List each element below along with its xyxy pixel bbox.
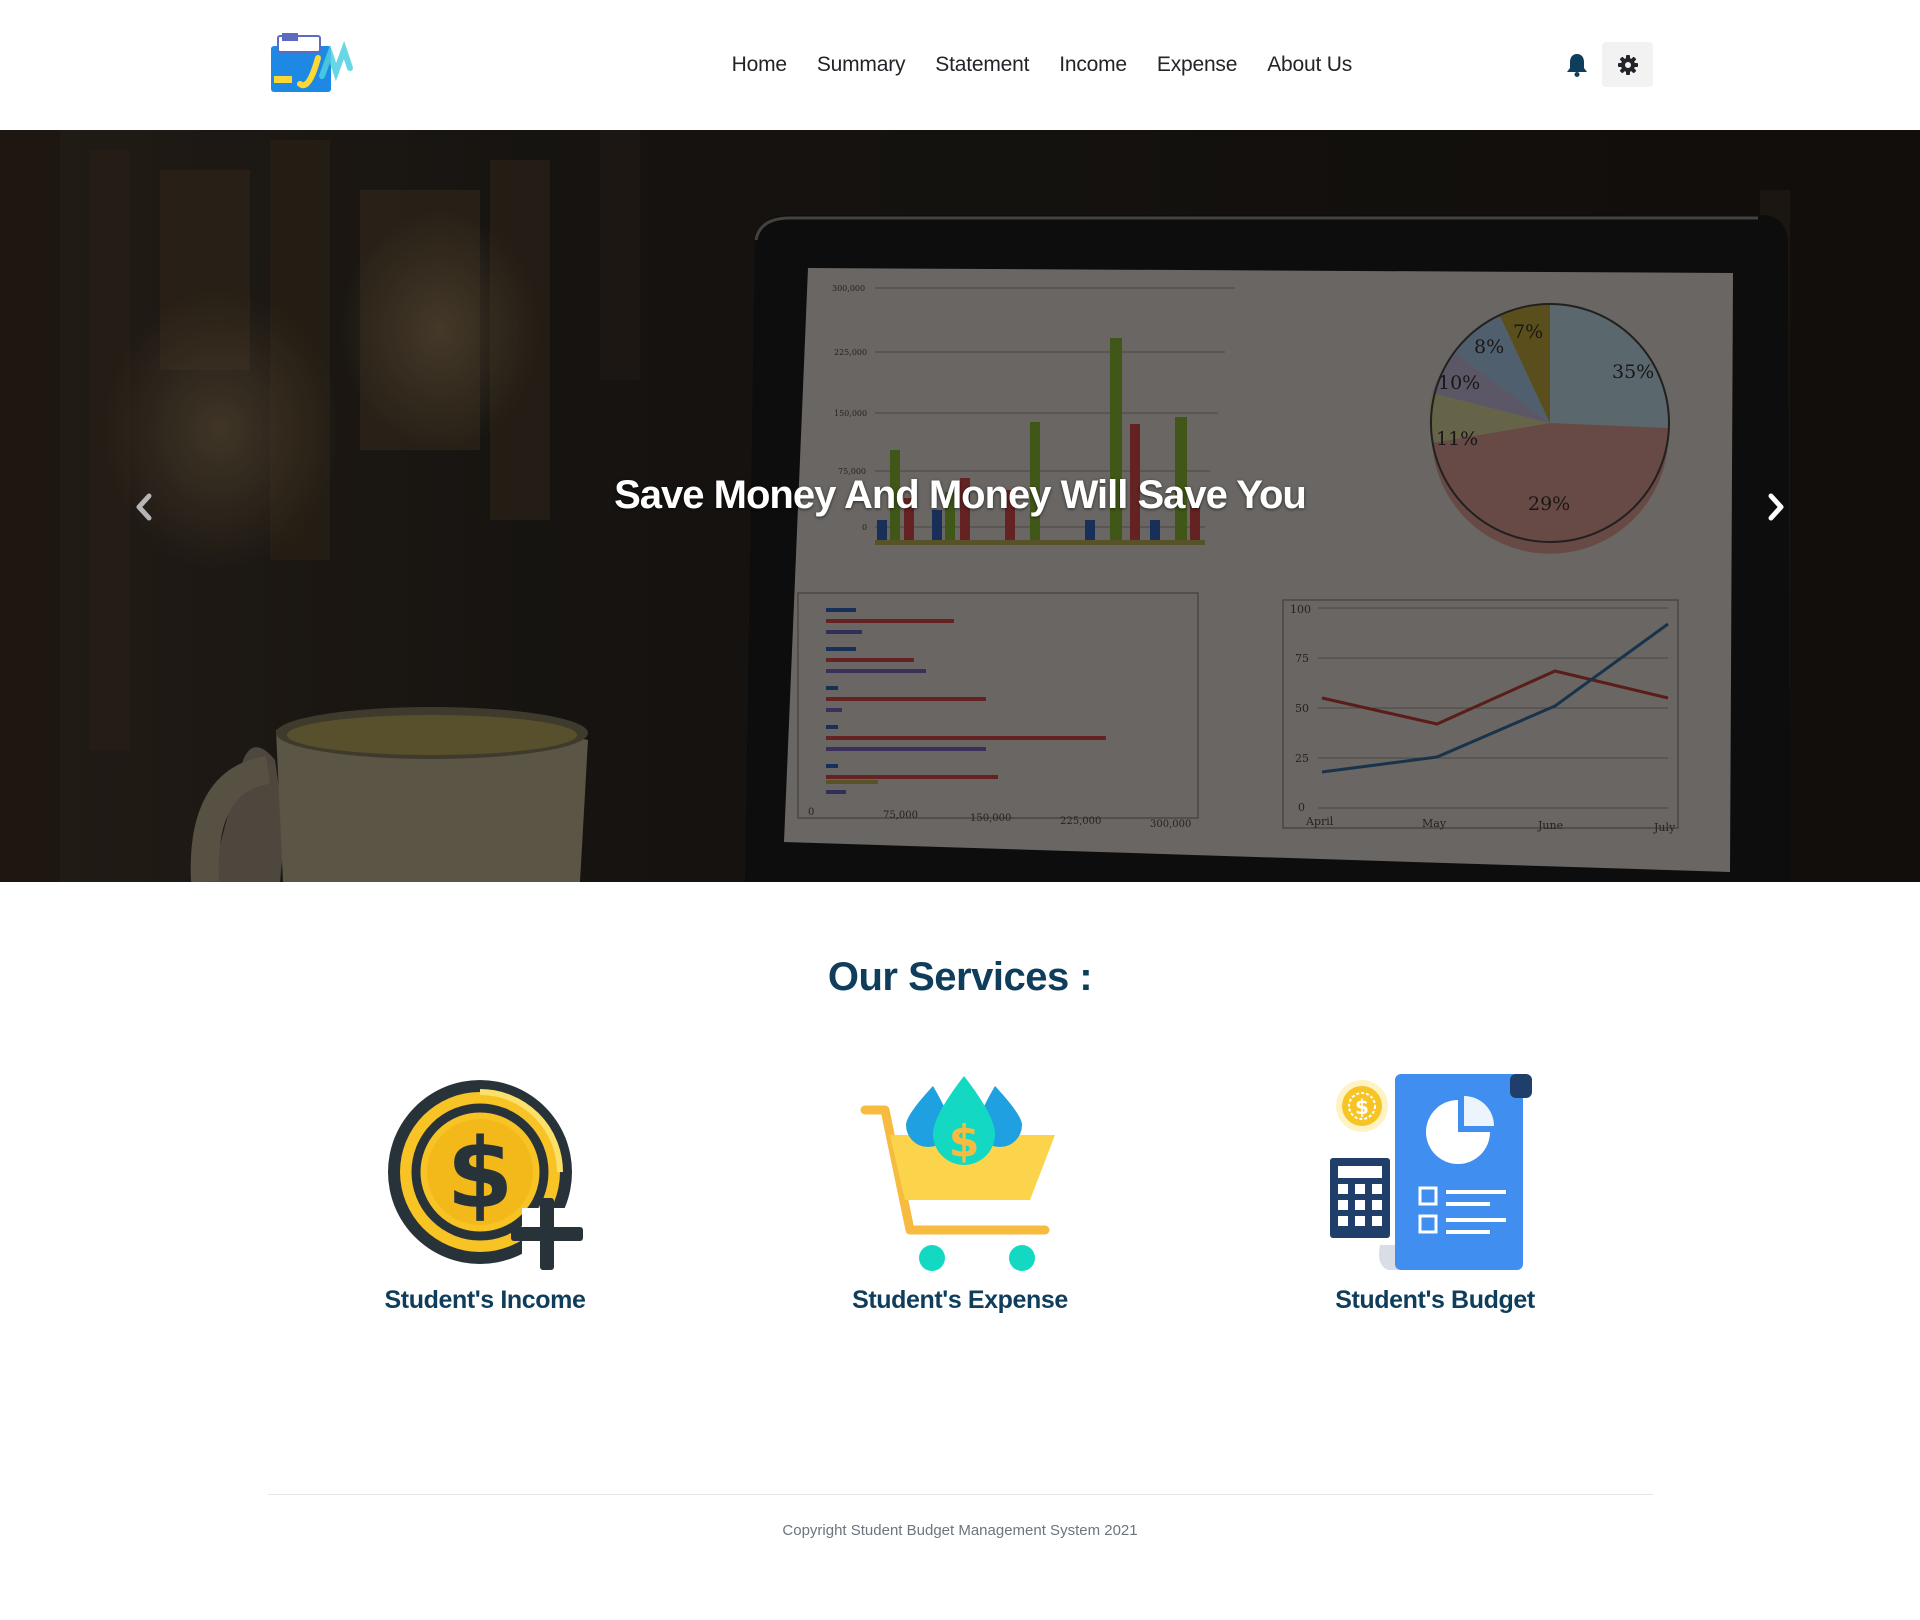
service-income[interactable]: $ Student's Income (335, 1070, 635, 1315)
shopping-cart-dollar-icon: $ (860, 1076, 1055, 1271)
services-title: Our Services : (827, 955, 1093, 999)
nav-summary[interactable]: Summary (817, 53, 906, 77)
dollar-coin-plus-icon: $ (388, 1080, 583, 1270)
service-label: Student's Income (384, 1286, 586, 1314)
logo[interactable] (270, 32, 366, 96)
service-label: Student's Expense (852, 1286, 1068, 1314)
svg-text:$: $ (447, 1118, 514, 1230)
svg-text:$: $ (949, 1116, 980, 1167)
gear-icon (1617, 54, 1638, 75)
copyright-text: Copyright Student Budget Management Syst… (782, 1522, 1138, 1539)
footer-divider (268, 1494, 1653, 1495)
settings-button[interactable] (1602, 42, 1653, 87)
nav-statement[interactable]: Statement (935, 53, 1029, 77)
hero-caption: Save Money And Money Will Save You (614, 473, 1307, 517)
bell-icon[interactable] (1566, 53, 1588, 77)
nav-home[interactable]: Home (732, 53, 787, 77)
carousel-next-button[interactable] (1756, 487, 1796, 527)
svg-text:$: $ (1355, 1095, 1369, 1119)
nav-expense[interactable]: Expense (1157, 53, 1238, 77)
nav-about-us[interactable]: About Us (1267, 53, 1352, 77)
budget-report-calculator-icon: $ (1330, 1074, 1532, 1270)
service-budget[interactable]: $ Student's Budget (1285, 1070, 1585, 1315)
chevron-right-icon (1768, 493, 1784, 521)
service-label: Student's Budget (1335, 1286, 1535, 1314)
navbar: Home Summary Statement Income Expense Ab… (0, 0, 1920, 130)
main-nav: Home Summary Statement Income Expense Ab… (732, 40, 1353, 90)
hero-carousel: 300,000 225,000 150,000 75,000 0 35% 29%… (0, 130, 1920, 882)
service-expense[interactable]: $ Student's Expense (810, 1070, 1110, 1315)
nav-income[interactable]: Income (1059, 53, 1127, 77)
